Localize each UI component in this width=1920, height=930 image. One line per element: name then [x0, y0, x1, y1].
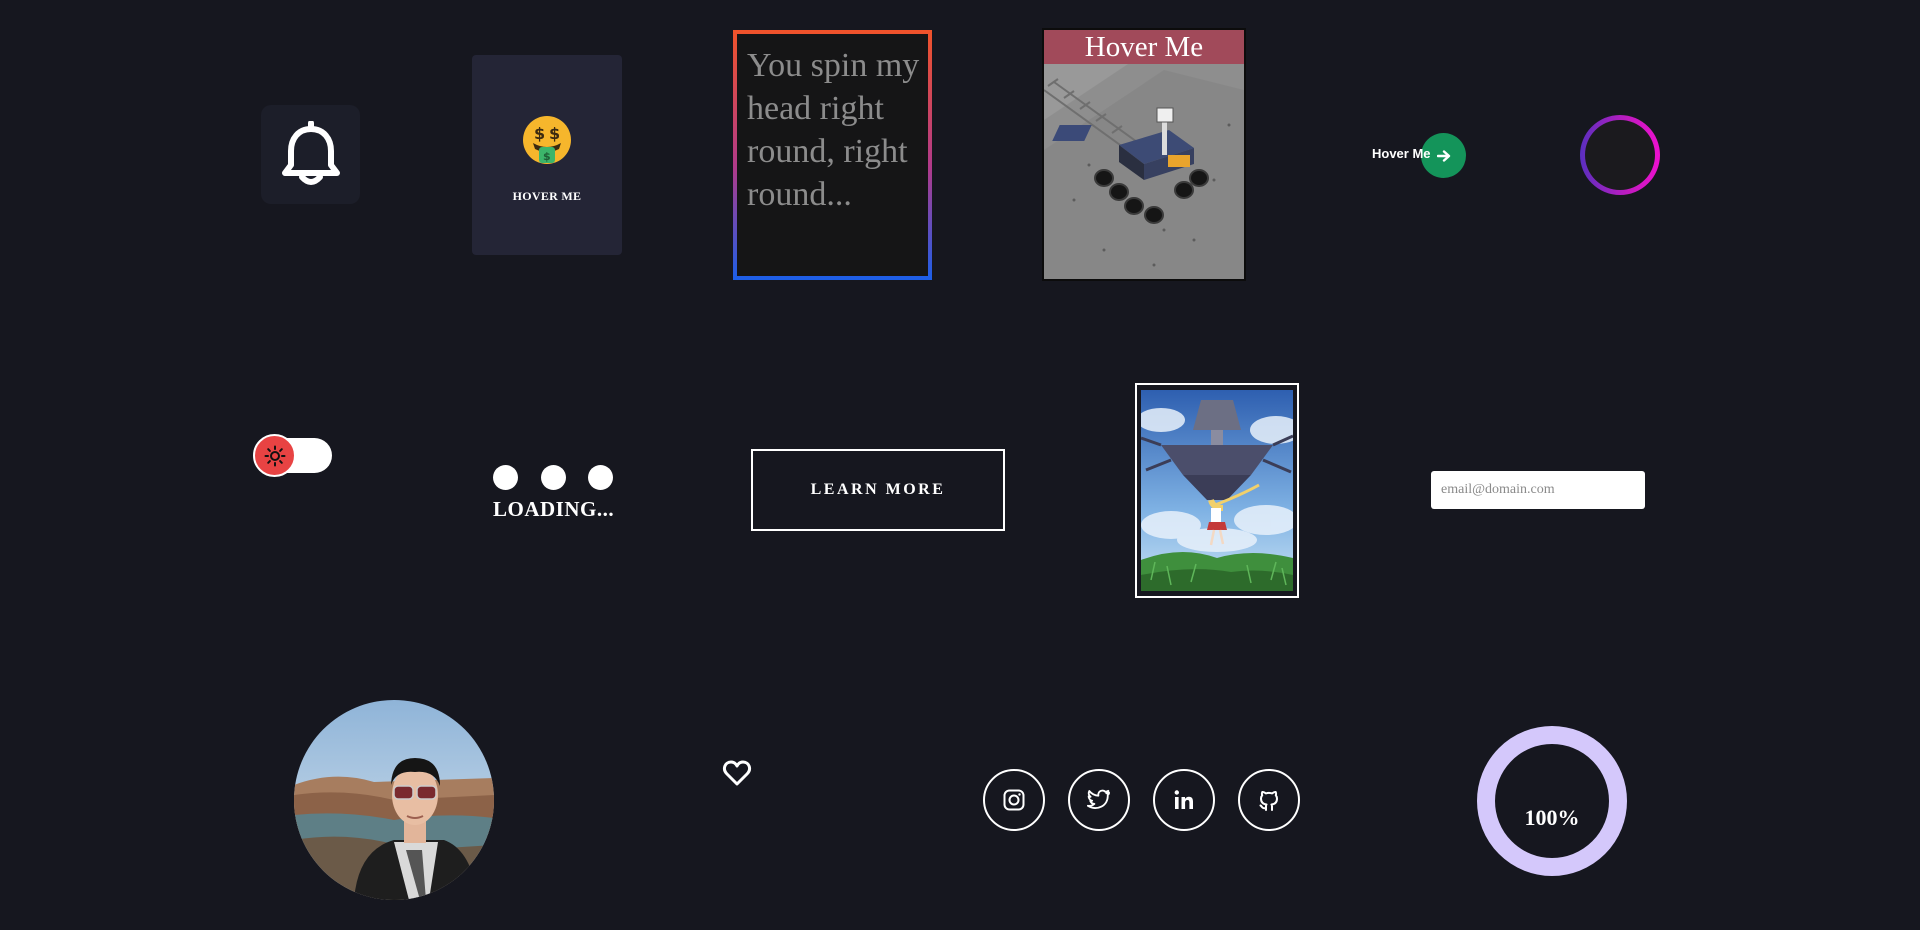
loading-dot: [541, 465, 566, 490]
framed-artwork[interactable]: [1135, 383, 1299, 598]
arrow-pill-label: Hover Me: [1372, 146, 1431, 161]
arrow-right-icon: [1436, 149, 1450, 162]
email-input[interactable]: [1431, 471, 1645, 509]
svg-text:$: $: [549, 124, 560, 143]
rover-card-title: Hover Me: [1044, 30, 1244, 64]
component-showcase: $ $ $ HOVER ME You spin my head right ro…: [0, 0, 1920, 930]
theme-toggle-knob[interactable]: [253, 434, 296, 477]
instagram-button[interactable]: [983, 769, 1045, 831]
emoji-card-label: HOVER ME: [512, 189, 582, 203]
instagram-icon: [1003, 789, 1025, 811]
svg-text:$: $: [543, 150, 551, 163]
rover-hover-card[interactable]: Hover Me: [1042, 28, 1246, 281]
artwork-image: [1141, 390, 1293, 591]
quote-text: You spin my head right round, right roun…: [747, 47, 920, 213]
sun-icon: [264, 445, 285, 466]
linkedin-button[interactable]: [1153, 769, 1215, 831]
loading-label: LOADING...: [493, 497, 615, 521]
avatar: [294, 700, 494, 900]
linkedin-icon: [1174, 790, 1193, 809]
progress-value: 100%: [1524, 805, 1580, 830]
progress-ring: [1477, 726, 1627, 876]
github-icon: [1259, 790, 1278, 811]
loading-dot: [493, 465, 518, 490]
gradient-ring-loader: [1580, 115, 1660, 195]
twitter-icon: [1087, 789, 1111, 809]
learn-more-button[interactable]: LEARN MORE: [751, 449, 1005, 531]
bell-icon: [281, 120, 340, 185]
svg-text:$: $: [534, 124, 545, 143]
github-button[interactable]: [1238, 769, 1300, 831]
money-mouth-face-icon: $ $ $: [523, 116, 571, 164]
mars-rover-illustration: [1044, 30, 1244, 279]
loading-dot: [588, 465, 613, 490]
gradient-border-quote: You spin my head right round, right roun…: [733, 30, 932, 280]
twitter-button[interactable]: [1068, 769, 1130, 831]
heart-icon[interactable]: [722, 758, 752, 788]
emoji-hover-card[interactable]: $ $ $ HOVER ME: [472, 55, 622, 255]
notification-bell-card[interactable]: [261, 105, 360, 204]
